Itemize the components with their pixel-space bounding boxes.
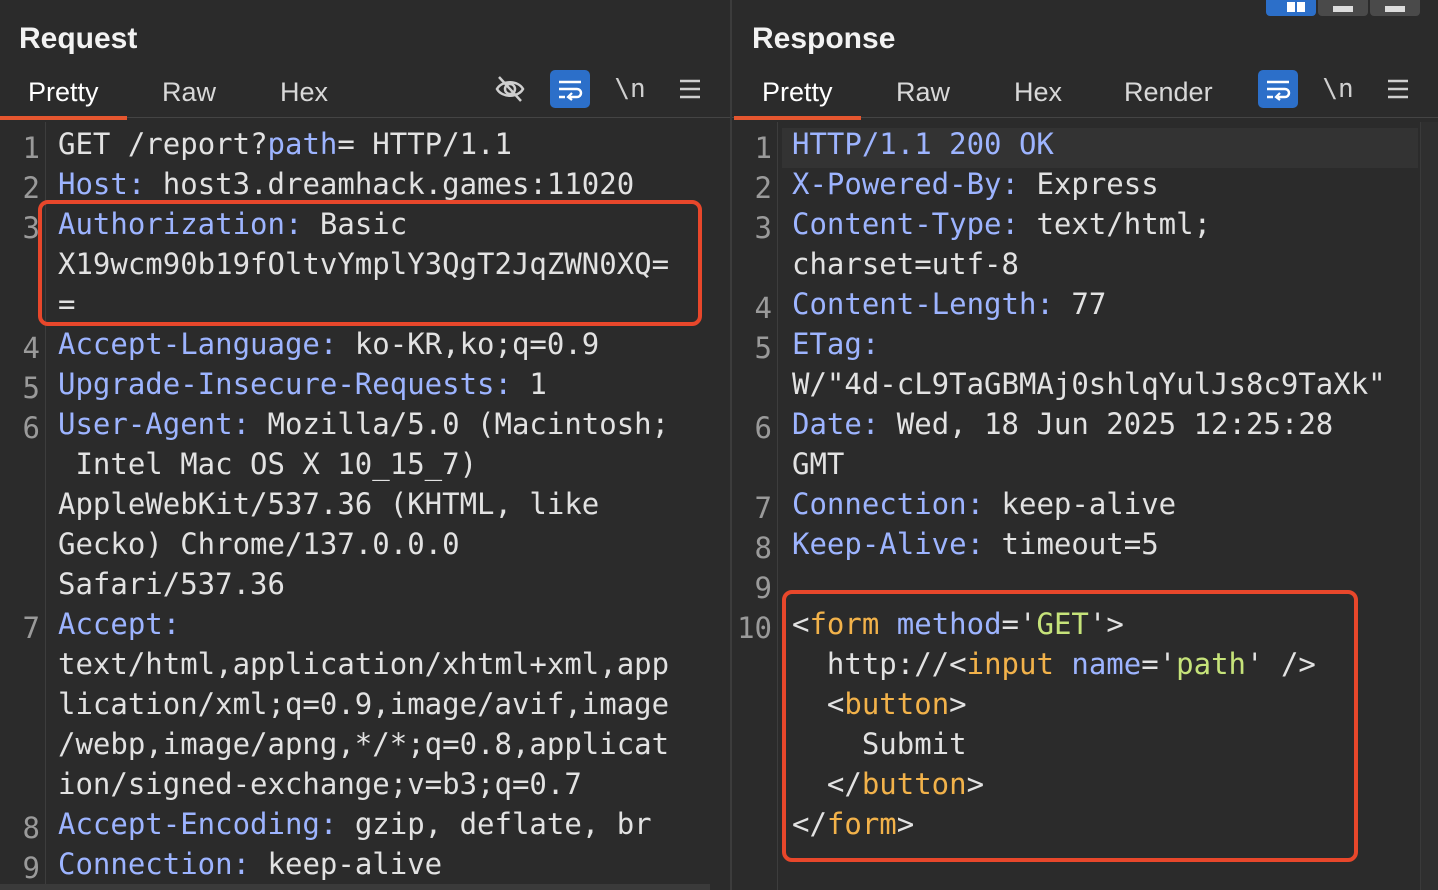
request-tab-pretty[interactable]: Pretty <box>0 76 126 120</box>
highlight-html-form <box>782 590 1358 862</box>
header-line-wrap: text/html,application/xhtml+xml,app <box>58 647 670 681</box>
header-line-wrap: W/"4d-cL9TaGBMAj0shlqYulJs8c9TaXk" <box>792 367 1386 401</box>
response-tab-raw[interactable]: Raw <box>896 76 950 118</box>
header-line: Date: Wed, 18 Jun 2025 12:25:28 <box>792 407 1334 441</box>
single-pane-icon[interactable] <box>1370 0 1420 16</box>
header-line: X-Powered-By: Express <box>792 167 1159 201</box>
header-line: Content-Type: text/html; <box>792 207 1212 241</box>
response-title: Response <box>752 22 896 55</box>
header-line: Accept-Encoding: gzip, deflate, br <box>58 807 652 841</box>
line-number: 9 <box>754 571 772 605</box>
header-line: Connection: keep-alive <box>792 487 1177 521</box>
header-line-wrap: charset=utf-8 <box>792 247 1019 281</box>
line-number: 1 <box>754 131 772 165</box>
horizontal-scrollbar[interactable] <box>0 884 710 890</box>
header-line-wrap: Intel Mac OS X 10_15_7) <box>58 447 478 481</box>
line-number: 8 <box>22 811 40 845</box>
status-line: HTTP/1.1 200 OK <box>792 127 1054 161</box>
header-line: Host: host3.dreamhack.games:11020 <box>58 167 635 201</box>
line-number: 5 <box>22 371 40 405</box>
wrap-icon[interactable] <box>550 70 590 108</box>
split-horizontal-icon[interactable] <box>1266 0 1316 16</box>
header-line: Keep-Alive: timeout=5 <box>792 527 1159 561</box>
line-number: 3 <box>22 211 40 245</box>
header-line: Upgrade-Insecure-Requests: 1 <box>58 367 547 401</box>
header-line: Connection: keep-alive <box>58 844 443 887</box>
header-line-wrap: Safari/537.36 <box>58 567 285 601</box>
header-line-wrap: GMT <box>792 447 845 481</box>
header-line: Content-Length: 77 <box>792 287 1107 321</box>
line-number: 6 <box>22 411 40 445</box>
header-line: ETag: <box>792 327 880 361</box>
response-tab-render[interactable]: Render <box>1124 76 1213 118</box>
request-line: GET /report?path= HTTP/1.1 <box>58 127 512 161</box>
header-line: Accept-Language: ko-KR,ko;q=0.9 <box>58 327 600 361</box>
wrap-icon[interactable] <box>1258 70 1298 108</box>
response-tab-pretty[interactable]: Pretty <box>734 76 860 120</box>
line-number: 2 <box>22 171 40 205</box>
header-line-wrap: Gecko) Chrome/137.0.0.0 <box>58 527 460 561</box>
layout-toggle <box>1266 0 1420 16</box>
request-tab-raw[interactable]: Raw <box>162 76 216 118</box>
line-number: 7 <box>754 491 772 525</box>
header-line-wrap: ion/signed-exchange;v=b3;q=0.7 <box>58 767 582 801</box>
highlight-authorization <box>38 200 702 326</box>
eye-slash-icon[interactable] <box>490 70 530 108</box>
request-title: Request <box>19 22 138 55</box>
response-tabs: Pretty Raw Hex Render \n <box>732 66 1438 120</box>
line-number: 9 <box>22 851 40 885</box>
line-number: 1 <box>22 131 40 165</box>
menu-icon[interactable] <box>1378 70 1418 108</box>
split-vertical-icon[interactable] <box>1318 0 1368 16</box>
line-number: 6 <box>754 411 772 445</box>
header-line-wrap: /webp,image/apng,*/*;q=0.8,applicat <box>58 727 670 761</box>
line-number: 8 <box>754 531 772 565</box>
response-pane: Response Pretty Raw Hex Render \n 1 HTTP… <box>732 0 1438 890</box>
line-number: 2 <box>754 171 772 205</box>
line-number: 5 <box>754 331 772 365</box>
request-pane: Request Pretty Raw Hex \n 1 GET /report?… <box>0 0 730 890</box>
line-number: 7 <box>22 611 40 645</box>
request-tabs: Pretty Raw Hex \n <box>0 66 730 120</box>
newline-icon[interactable]: \n <box>610 70 650 108</box>
header-line: Accept: <box>58 607 181 641</box>
line-number: 10 <box>737 611 772 645</box>
newline-icon[interactable]: \n <box>1318 70 1358 108</box>
response-tab-hex[interactable]: Hex <box>1014 76 1062 118</box>
line-number: 3 <box>754 211 772 245</box>
menu-icon[interactable] <box>670 70 710 108</box>
vertical-scrollbar[interactable] <box>1420 122 1438 890</box>
header-line: User-Agent: Mozilla/5.0 (Macintosh; <box>58 407 670 441</box>
request-tab-hex[interactable]: Hex <box>280 76 328 118</box>
line-number: 4 <box>22 331 40 365</box>
line-number: 4 <box>754 291 772 325</box>
header-line-wrap: lication/xml;q=0.9,image/avif,image <box>58 687 670 721</box>
header-line-wrap: AppleWebKit/537.36 (KHTML, like <box>58 487 600 521</box>
